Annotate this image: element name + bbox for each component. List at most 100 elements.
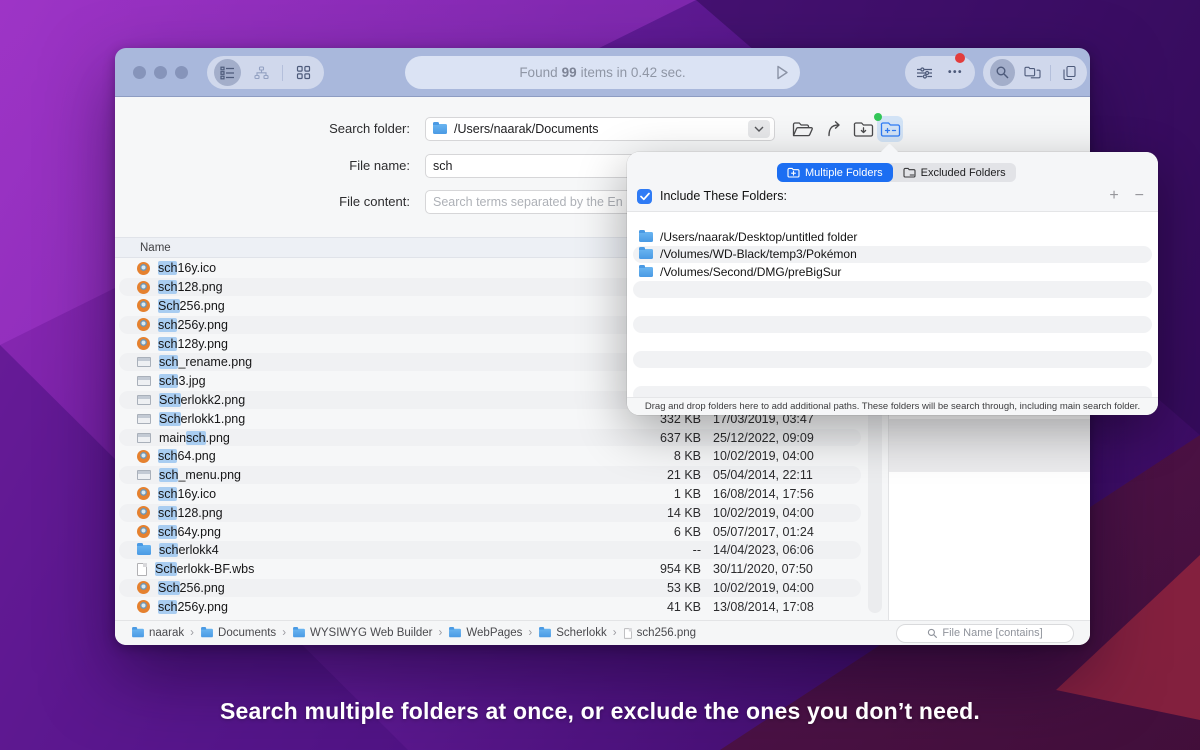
file-row[interactable]: sch16y.ico 1 KB16/08/2014, 17:56 [115,485,887,504]
filter-placeholder: File Name [contains] [942,627,1042,639]
reveal-in-folder-button[interactable] [850,116,876,142]
zoom-button[interactable] [175,66,188,79]
file-row[interactable]: Sch256.png53 KB10/02/2019, 04:00 [115,579,887,598]
duplicate-files-button[interactable] [1058,65,1080,81]
remove-folder-button[interactable]: − [1135,188,1144,204]
combobox-dropdown-button[interactable] [748,120,770,138]
search-status-field[interactable]: Found 99 items in 0.42 sec. [405,56,800,89]
match-highlight: sch [159,543,178,557]
file-date: 14/04/2023, 06:06 [701,543,853,557]
file-row[interactable]: sch64y.png6 KB05/07/2017, 01:24 [115,522,887,541]
hierarchy-view-icon [254,66,269,80]
tab-excluded-folders[interactable]: Excluded Folders [893,163,1016,182]
search-folder-combobox[interactable]: /Users/naarak/Documents [425,117,775,141]
file-row[interactable]: scherlokk4--14/04/2023, 06:06 [115,541,887,560]
list-view-button[interactable] [214,59,241,86]
file-row[interactable]: Scherlokk-BF.wbs954 KB30/11/2020, 07:50 [115,560,887,579]
copy-pages-icon [1062,65,1077,81]
file-date: 16/08/2014, 17:56 [701,487,853,501]
more-options-button[interactable]: ••• [944,67,968,78]
file-row[interactable]: sch128.png14 KB10/02/2019, 04:00 [115,503,887,522]
app-icon [137,600,150,613]
breadcrumb-item[interactable]: WebPages [448,627,522,639]
include-row: Include These Folders: + − [637,186,1144,206]
file-name: sch128.png [158,280,223,294]
match-highlight: sch [158,600,177,614]
result-filter-input[interactable]: File Name [contains] [896,624,1074,643]
breadcrumb-item[interactable]: Scherlokk [538,627,607,639]
breadcrumb: naarak›Documents›WYSIWYG Web Builder›Web… [131,627,696,640]
file-size: 1 KB [621,487,701,501]
file-size: 41 KB [621,600,701,614]
match-highlight: Sch [158,581,180,595]
file-size: 21 KB [621,468,701,482]
folder-icon [137,545,151,555]
folder-download-icon [853,121,874,138]
folder-icon [433,124,447,134]
app-icon [137,299,150,312]
file-name: Sch256.png [158,299,225,313]
file-date: 10/02/2019, 04:00 [701,581,853,595]
choose-folder-button[interactable] [790,116,816,142]
tab-label: Multiple Folders [805,167,883,179]
mode-segment [983,56,1087,89]
start-search-button[interactable] [772,63,791,85]
file-row[interactable]: sch64.png8 KB10/02/2019, 04:00 [115,447,887,466]
search-folder-value: /Users/naarak/Documents [454,122,599,136]
match-highlight: sch [159,468,178,482]
file-row[interactable]: sch_menu.png21 KB05/04/2014, 22:11 [115,466,887,485]
search-mode-button[interactable] [990,59,1015,86]
breadcrumb-item[interactable]: naarak [131,627,184,639]
close-button[interactable] [133,66,146,79]
options-segment: ••• [905,56,975,89]
match-highlight: sch [158,449,177,463]
breadcrumb-item[interactable]: sch256.png [623,627,696,640]
breadcrumb-label: naarak [149,627,184,639]
breadcrumb-item[interactable]: Documents [200,627,276,639]
multiple-folders-button[interactable] [877,116,903,142]
file-name-label: File name: [115,154,410,178]
app-icon [137,318,150,331]
breadcrumb-label: WebPages [466,627,522,639]
include-label: Include These Folders: [660,189,787,203]
empty-folder-row [627,281,1158,299]
include-checkbox[interactable] [637,189,652,204]
tab-multiple-folders[interactable]: Multiple Folders [777,163,893,182]
multiple-folders-popover: Multiple Folders Excluded Folders Includ… [627,152,1158,415]
parent-folder-button[interactable] [821,116,847,142]
filters-button[interactable] [913,66,937,80]
included-folder-row[interactable]: /Users/naarak/Desktop/untitled folder [627,228,1158,246]
hierarchy-view-button[interactable] [248,59,275,86]
chevron-down-icon [754,126,764,132]
folder-icon [639,232,653,242]
tab-label: Excluded Folders [921,167,1006,179]
file-name: sch256y.png [158,318,228,332]
file-size: 954 KB [621,562,701,576]
file-name: sch16y.ico [158,487,216,501]
breadcrumb-label: Documents [218,627,276,639]
view-mode-segment [207,56,324,89]
match-highlight: sch [158,506,177,520]
doc-icon [137,563,147,576]
file-row[interactable]: mainsch.png637 KB25/12/2022, 09:09 [115,428,887,447]
search-icon [927,628,938,639]
included-folder-row[interactable]: /Volumes/WD-Black/temp3/Pokémon [627,246,1158,264]
file-date: 25/12/2022, 09:09 [701,431,853,445]
breadcrumb-item[interactable]: WYSIWYG Web Builder [292,627,433,639]
included-folder-row[interactable]: /Volumes/Second/DMG/preBigSur [627,263,1158,281]
drag-drop-hint: Drag and drop folders here to add additi… [627,397,1158,415]
folder-icon [449,629,461,638]
folder-path: /Users/naarak/Desktop/untitled folder [660,230,857,244]
file-date: 13/08/2014, 17:08 [701,600,853,614]
minimize-button[interactable] [154,66,167,79]
compare-folders-button[interactable] [1022,65,1044,80]
img-icon [137,414,151,424]
file-row[interactable]: sch256y.png41 KB13/08/2014, 17:08 [115,597,887,616]
add-folder-button[interactable]: + [1109,188,1118,204]
file-size: 53 KB [621,581,701,595]
search-folder-label: Search folder: [115,117,410,141]
file-name: Scherlokk-BF.wbs [155,562,254,576]
empty-folder-row [627,316,1158,334]
match-highlight: sch [186,431,205,445]
grid-view-button[interactable] [290,59,317,86]
